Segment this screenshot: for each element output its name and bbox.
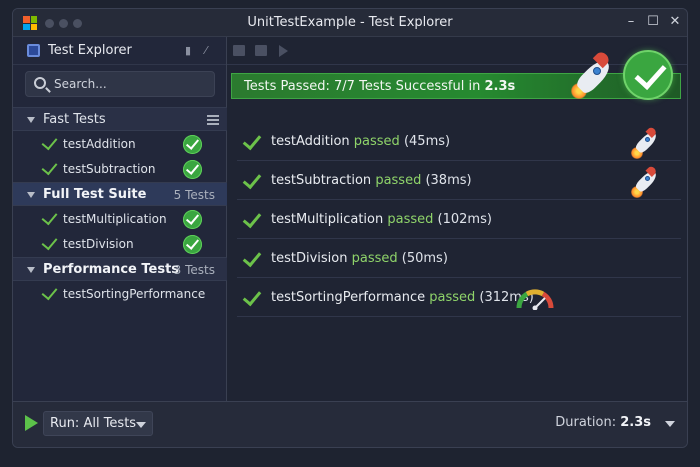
check-icon — [242, 169, 262, 190]
test-explorer-sidebar: Test Explorer ▮ ⁄ Fast Tests testAdditio… — [13, 37, 227, 401]
result-row[interactable]: testSortingPerformance passed (312ms) — [237, 279, 681, 317]
duration-value: 2.3s — [620, 415, 651, 430]
success-check-icon — [623, 50, 673, 100]
result-text: testMultiplication passed (102ms) — [271, 212, 492, 227]
collapse-panel-icon[interactable]: ▮ — [185, 44, 191, 57]
check-icon — [41, 158, 58, 176]
results-toolbar — [227, 37, 687, 65]
toolbar-play-icon[interactable] — [279, 45, 288, 57]
check-icon — [41, 208, 58, 226]
tree-group-full-test-suite[interactable]: Full Test Suite 5 Tests — [13, 182, 227, 206]
search-box[interactable] — [25, 71, 215, 97]
rocket-icon — [629, 125, 661, 159]
app-window: UnitTestExample - Test Explorer – ☐ ✕ Te… — [12, 8, 688, 448]
group-label: Full Test Suite — [43, 187, 147, 202]
check-icon — [242, 130, 262, 151]
toolbar-stop-icon[interactable] — [255, 45, 267, 56]
test-label: testDivision — [63, 237, 134, 251]
run-select-label: Run: All Tests — [50, 416, 137, 431]
duration: Duration: 2.3s — [555, 415, 651, 430]
pass-badge-icon — [183, 160, 202, 179]
results-panel: Tests Passed: 7/7 Tests Successful in 2.… — [227, 37, 687, 401]
tree-item-test[interactable]: testMultiplication — [13, 207, 227, 231]
pin-icon[interactable]: ⁄ — [205, 44, 207, 57]
group-count: 5 Tests — [173, 188, 215, 202]
tree-item-test[interactable]: testDivision — [13, 232, 227, 256]
toolbar-view-icon[interactable] — [233, 45, 245, 56]
tree-item-test[interactable]: testSortingPerformance — [13, 282, 227, 306]
search-input[interactable] — [54, 75, 204, 93]
pass-badge-icon — [183, 210, 202, 229]
title-bar: UnitTestExample - Test Explorer – ☐ ✕ — [13, 9, 687, 37]
rocket-icon — [629, 164, 661, 198]
tree-item-test[interactable]: testSubtraction — [13, 157, 227, 181]
pass-badge-icon — [183, 135, 202, 154]
duration-label: Duration: — [555, 415, 617, 430]
gauge-icon — [516, 289, 554, 310]
result-text: testSubtraction passed (38ms) — [271, 173, 472, 188]
tree-group-performance-tests[interactable]: Performance Tests 3 Tests — [13, 257, 227, 281]
test-explorer-icon — [27, 44, 40, 57]
check-icon — [41, 133, 58, 151]
group-count: 3 Tests — [173, 263, 215, 277]
check-icon — [41, 283, 58, 301]
result-row[interactable]: testDivision passed (50ms) — [237, 240, 681, 278]
banner-text: Tests Passed: 7/7 Tests Successful in 2.… — [244, 79, 516, 94]
result-text: testAddition passed (45ms) — [271, 134, 451, 149]
test-label: testSubtraction — [63, 162, 156, 176]
pass-badge-icon — [183, 235, 202, 254]
result-row[interactable]: testMultiplication passed (102ms) — [237, 201, 681, 239]
check-icon — [242, 286, 262, 307]
window-title: UnitTestExample - Test Explorer — [247, 15, 453, 30]
check-icon — [242, 208, 262, 229]
result-text: testSortingPerformance passed (312ms) — [271, 290, 534, 305]
result-text: testDivision passed (50ms) — [271, 251, 448, 266]
result-row[interactable]: testSubtraction passed (38ms) — [237, 162, 681, 200]
menu-icon[interactable] — [207, 115, 219, 125]
rocket-icon — [567, 49, 617, 101]
run-play-icon[interactable] — [25, 415, 38, 431]
check-icon — [41, 233, 58, 251]
tree-group-fast-tests[interactable]: Fast Tests — [13, 107, 227, 131]
chevron-down-icon[interactable] — [136, 422, 146, 428]
chevron-down-icon[interactable] — [665, 421, 675, 427]
expand-triangle-icon[interactable] — [27, 192, 35, 198]
banner-time: 2.3s — [484, 79, 516, 94]
sidebar-header: Test Explorer ▮ ⁄ — [13, 37, 226, 65]
run-select[interactable]: Run: All Tests — [43, 411, 153, 436]
minimize-icon[interactable]: – — [623, 14, 639, 29]
check-icon — [242, 247, 262, 268]
test-label: testMultiplication — [63, 212, 167, 226]
test-label: testSortingPerformance — [63, 287, 206, 301]
sidebar-title: Test Explorer — [48, 43, 132, 58]
maximize-icon[interactable]: ☐ — [645, 14, 661, 29]
expand-triangle-icon[interactable] — [27, 117, 35, 123]
status-footer: Run: All Tests Duration: 2.3s — [13, 401, 687, 447]
group-label: Performance Tests — [43, 262, 180, 277]
search-icon — [34, 77, 46, 89]
result-row[interactable]: testAddition passed (45ms) — [237, 123, 681, 161]
tree-item-test[interactable]: testAddition — [13, 132, 227, 156]
test-label: testAddition — [63, 137, 136, 151]
group-label: Fast Tests — [43, 112, 106, 127]
close-icon[interactable]: ✕ — [667, 14, 683, 29]
expand-triangle-icon[interactable] — [27, 267, 35, 273]
